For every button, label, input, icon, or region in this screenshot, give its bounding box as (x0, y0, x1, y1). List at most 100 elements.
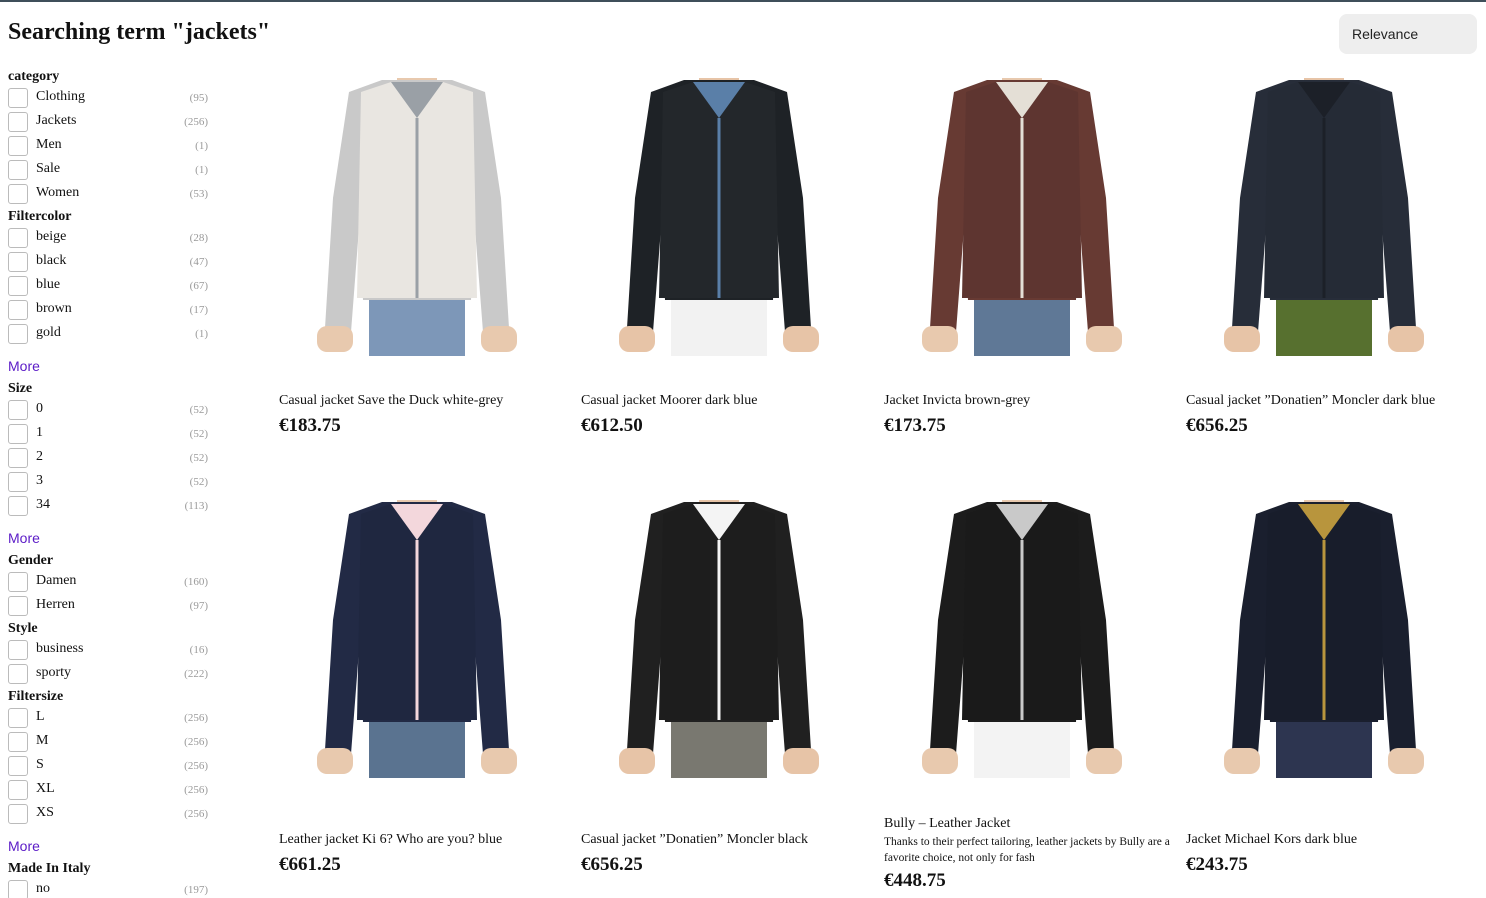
facet-gender: Gender Damen (160) Herren (97) (8, 552, 210, 618)
product-name[interactable]: Casual jacket ”Donatien” Moncler black (581, 832, 808, 848)
facet-option-label: M (36, 733, 49, 748)
facet-option-damen[interactable]: Damen (160) (8, 570, 210, 594)
facet-option-xl[interactable]: XL (256) (8, 778, 210, 802)
checkbox[interactable] (8, 88, 28, 108)
facet-option-count: (28) (189, 232, 208, 244)
facet-option-l[interactable]: L (256) (8, 706, 210, 730)
checkbox[interactable] (8, 880, 28, 898)
product-thumbnail[interactable] (589, 78, 849, 356)
facet-option-m[interactable]: M (256) (8, 730, 210, 754)
facet-option-label: XL (36, 781, 55, 796)
checkbox[interactable] (8, 448, 28, 468)
facet-option-clothing[interactable]: Clothing (95) (8, 86, 210, 110)
product-thumbnail[interactable] (892, 500, 1152, 778)
checkbox[interactable] (8, 664, 28, 684)
more-link[interactable]: More (8, 530, 210, 546)
facet-option-label: Jackets (36, 113, 77, 128)
facet-option-xs[interactable]: XS (256) (8, 802, 210, 826)
checkbox[interactable] (8, 252, 28, 272)
checkbox[interactable] (8, 276, 28, 296)
more-link[interactable]: More (8, 358, 210, 374)
product-thumbnail[interactable] (1194, 78, 1454, 356)
facet-title: Filtercolor (8, 209, 72, 224)
facet-option-34[interactable]: 34 (113) (8, 494, 210, 518)
facet-option-count: (256) (184, 784, 208, 796)
facet-option-black[interactable]: black (47) (8, 250, 210, 274)
product-price: €183.75 (279, 415, 341, 436)
product-image (589, 500, 849, 778)
facet-option-sporty[interactable]: sporty (222) (8, 662, 210, 686)
checkbox[interactable] (8, 572, 28, 592)
product-thumbnail[interactable] (287, 78, 547, 356)
right-hand-shape (481, 326, 517, 352)
checkbox[interactable] (8, 708, 28, 728)
more-link[interactable]: More (8, 838, 210, 854)
product-thumbnail[interactable] (287, 500, 547, 778)
checkbox[interactable] (8, 300, 28, 320)
product-image (892, 78, 1152, 356)
facet-option-count: (16) (189, 644, 208, 656)
right-hand-shape (481, 748, 517, 774)
facet-option-label: sporty (36, 665, 71, 680)
facet-option-no[interactable]: no (197) (8, 878, 210, 898)
facet-option-count: (1) (195, 164, 208, 176)
checkbox[interactable] (8, 732, 28, 752)
product-thumbnail[interactable] (1194, 500, 1454, 778)
filter-sidebar: category Clothing (95) Jackets (256) Men (1) Sa… (8, 66, 210, 898)
product-name[interactable]: Jacket Michael Kors dark blue (1186, 832, 1357, 848)
checkbox[interactable] (8, 640, 28, 660)
facet-option-label: blue (36, 277, 61, 292)
facet-option-s[interactable]: S (256) (8, 754, 210, 778)
left-hand-shape (922, 326, 958, 352)
checkbox[interactable] (8, 400, 28, 420)
checkbox[interactable] (8, 780, 28, 800)
facet-option-jackets[interactable]: Jackets (256) (8, 110, 210, 134)
product-thumbnail[interactable] (892, 78, 1152, 356)
sort-dropdown[interactable]: Relevance (1339, 14, 1477, 54)
facet-option-0[interactable]: 0 (52) (8, 398, 210, 422)
facet-option-2[interactable]: 2 (52) (8, 446, 210, 470)
checkbox[interactable] (8, 112, 28, 132)
facet-made-in-italy: Made In Italy no (197) (8, 860, 210, 898)
facet-option-beige[interactable]: beige (28) (8, 226, 210, 250)
facet-option-label: 2 (36, 449, 43, 464)
checkbox[interactable] (8, 596, 28, 616)
facet-option-sale[interactable]: Sale (1) (8, 158, 210, 182)
checkbox[interactable] (8, 324, 28, 344)
facet-option-gold[interactable]: gold (1) (8, 322, 210, 346)
facet-option-count: (1) (195, 328, 208, 340)
product-name[interactable]: Casual jacket Moorer dark blue (581, 393, 758, 409)
checkbox[interactable] (8, 424, 28, 444)
facet-option-brown[interactable]: brown (17) (8, 298, 210, 322)
facet-option-count: (256) (184, 760, 208, 772)
facet-category: category Clothing (95) Jackets (256) Men (1) Sa… (8, 68, 210, 206)
facet-option-men[interactable]: Men (1) (8, 134, 210, 158)
checkbox[interactable] (8, 184, 28, 204)
checkbox[interactable] (8, 136, 28, 156)
left-hand-shape (922, 748, 958, 774)
facet-option-herren[interactable]: Herren (97) (8, 594, 210, 618)
product-price: €448.75 (884, 870, 946, 891)
facet-option-women[interactable]: Women (53) (8, 182, 210, 206)
product-thumbnail[interactable] (589, 500, 849, 778)
product-name[interactable]: Casual jacket Save the Duck white-grey (279, 393, 503, 409)
facet-option-3[interactable]: 3 (52) (8, 470, 210, 494)
right-hand-shape (783, 326, 819, 352)
checkbox[interactable] (8, 160, 28, 180)
facet-option-label: beige (36, 229, 67, 244)
product-name[interactable]: Jacket Invicta brown-grey (884, 393, 1030, 409)
checkbox[interactable] (8, 804, 28, 824)
product-name[interactable]: Casual jacket ”Donatien” Moncler dark bl… (1186, 393, 1435, 409)
product-name[interactable]: Leather jacket Ki 6? Who are you? blue (279, 832, 502, 848)
facet-option-business[interactable]: business (16) (8, 638, 210, 662)
checkbox[interactable] (8, 228, 28, 248)
facet-option-blue[interactable]: blue (67) (8, 274, 210, 298)
facet-option-count: (17) (189, 304, 208, 316)
checkbox[interactable] (8, 756, 28, 776)
checkbox[interactable] (8, 472, 28, 492)
facet-option-1[interactable]: 1 (52) (8, 422, 210, 446)
facet-title: Made In Italy (8, 861, 91, 876)
product-name[interactable]: Bully – Leather Jacket (884, 816, 1010, 832)
checkbox[interactable] (8, 496, 28, 516)
left-hand-shape (1224, 326, 1260, 352)
